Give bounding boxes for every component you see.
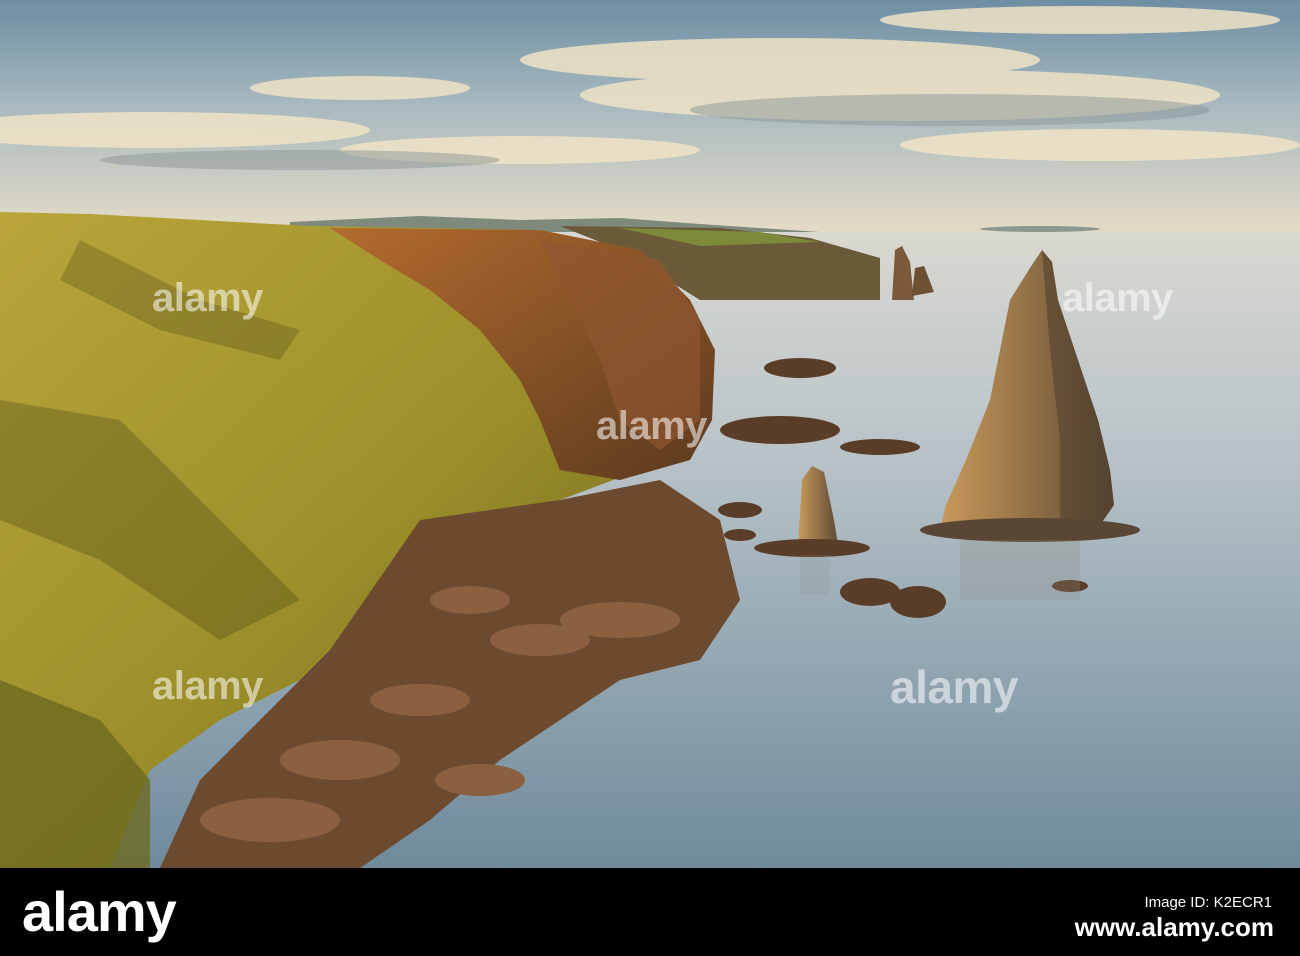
alamy-logo: alamy (22, 880, 177, 943)
image-frame: alamy alamy alamy alamy alamy alamy Imag… (0, 0, 1300, 956)
watermark-text: alamy (596, 404, 707, 448)
landscape-photo: alamy alamy alamy alamy alamy (0, 0, 1300, 868)
image-id-label: Image ID: K2ECR1 (1144, 894, 1272, 911)
watermark-text: alamy (152, 664, 263, 708)
footer-bar: alamy Image ID: K2ECR1 www.alamy.com (0, 868, 1300, 956)
image-id-site: www.alamy.com (1074, 912, 1274, 942)
watermark-text: alamy (1062, 276, 1173, 320)
watermark-text: alamy (152, 276, 263, 320)
watermark-text: alamy (890, 661, 1018, 713)
